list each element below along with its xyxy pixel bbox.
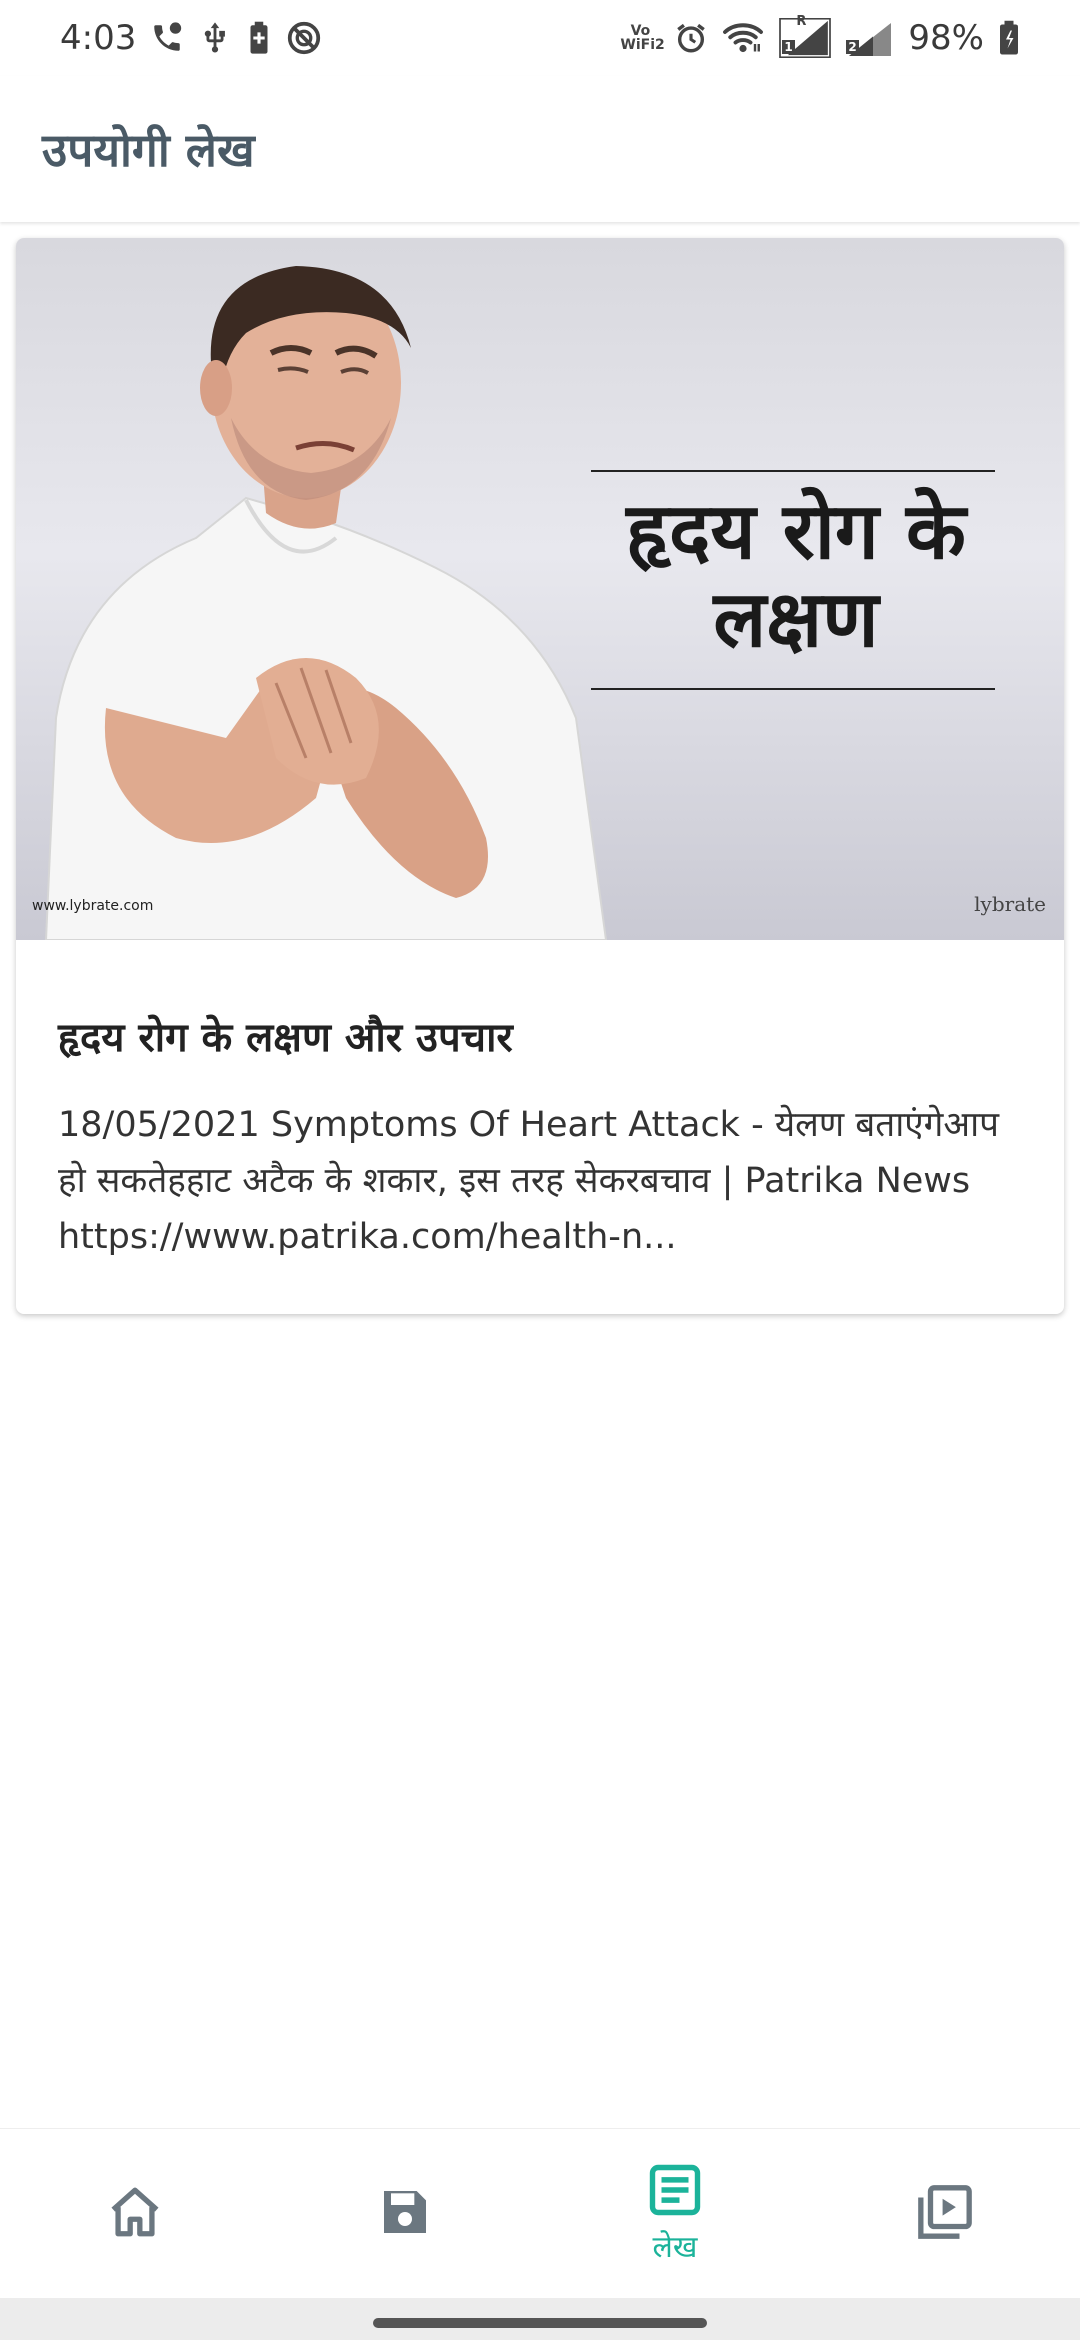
usb-icon bbox=[198, 21, 232, 55]
article-snippet: 18/05/2021 Symptoms Of Heart Attack - ये… bbox=[58, 1105, 1000, 1257]
battery-percent: 98% bbox=[908, 18, 984, 58]
article-title: हृदय रोग के लक्षण और उपचार bbox=[58, 1015, 513, 1061]
article-card[interactable]: हृदय रोग के लक्षण www.lybrate.com lybrat… bbox=[16, 238, 1064, 1314]
wifi-icon bbox=[722, 20, 764, 56]
status-bar-right: Vo WiFi2 R 1 2 98% bbox=[620, 14, 1080, 58]
status-bar: 4:03 Vo WiFi2 R 1 2 98% bbox=[0, 0, 1080, 76]
image-watermark-left: www.lybrate.com bbox=[32, 898, 154, 914]
status-bar-left: 4:03 bbox=[0, 18, 322, 58]
man-clutching-chest-illustration bbox=[44, 266, 608, 940]
nav-item-saved[interactable] bbox=[270, 2129, 540, 2299]
home-icon bbox=[106, 2183, 164, 2245]
article-icon bbox=[648, 2163, 702, 2221]
page-title: उपयोगी लेख bbox=[42, 123, 255, 177]
article-image: हृदय रोग के लक्षण www.lybrate.com lybrat… bbox=[16, 238, 1064, 940]
wifi-calling-icon: Vo WiFi2 bbox=[620, 23, 665, 53]
clock: 4:03 bbox=[60, 18, 137, 58]
phone-icon bbox=[150, 21, 184, 55]
nav-item-home[interactable] bbox=[0, 2129, 270, 2299]
video-library-icon bbox=[916, 2183, 974, 2245]
nav-label-articles: लेख bbox=[652, 2229, 698, 2265]
image-overlay-text: हृदय रोग के लक्षण bbox=[626, 487, 966, 665]
save-icon bbox=[377, 2184, 433, 2244]
nav-item-articles[interactable]: लेख bbox=[540, 2129, 810, 2299]
signal-icon: R 1 bbox=[778, 14, 832, 58]
signal-sim2-icon: 2 bbox=[846, 20, 894, 56]
article-body: हृदय रोग के लक्षण और उपचार 18/05/2021 Sy… bbox=[16, 940, 1064, 1265]
gesture-handle[interactable] bbox=[373, 2318, 707, 2328]
overlay-top-rule bbox=[591, 470, 995, 472]
image-watermark-right: lybrate bbox=[974, 892, 1046, 916]
app-bar: उपयोगी लेख bbox=[0, 76, 1080, 222]
overlay-bottom-rule bbox=[591, 688, 995, 690]
do-not-disturb-icon bbox=[286, 20, 322, 56]
gesture-navigation-area bbox=[0, 2298, 1080, 2340]
battery-icon bbox=[998, 20, 1020, 56]
alarm-icon bbox=[674, 21, 708, 55]
bottom-navigation: लेख bbox=[0, 2128, 1080, 2299]
nav-item-videos[interactable] bbox=[810, 2129, 1080, 2299]
battery-saver-icon bbox=[246, 21, 272, 55]
